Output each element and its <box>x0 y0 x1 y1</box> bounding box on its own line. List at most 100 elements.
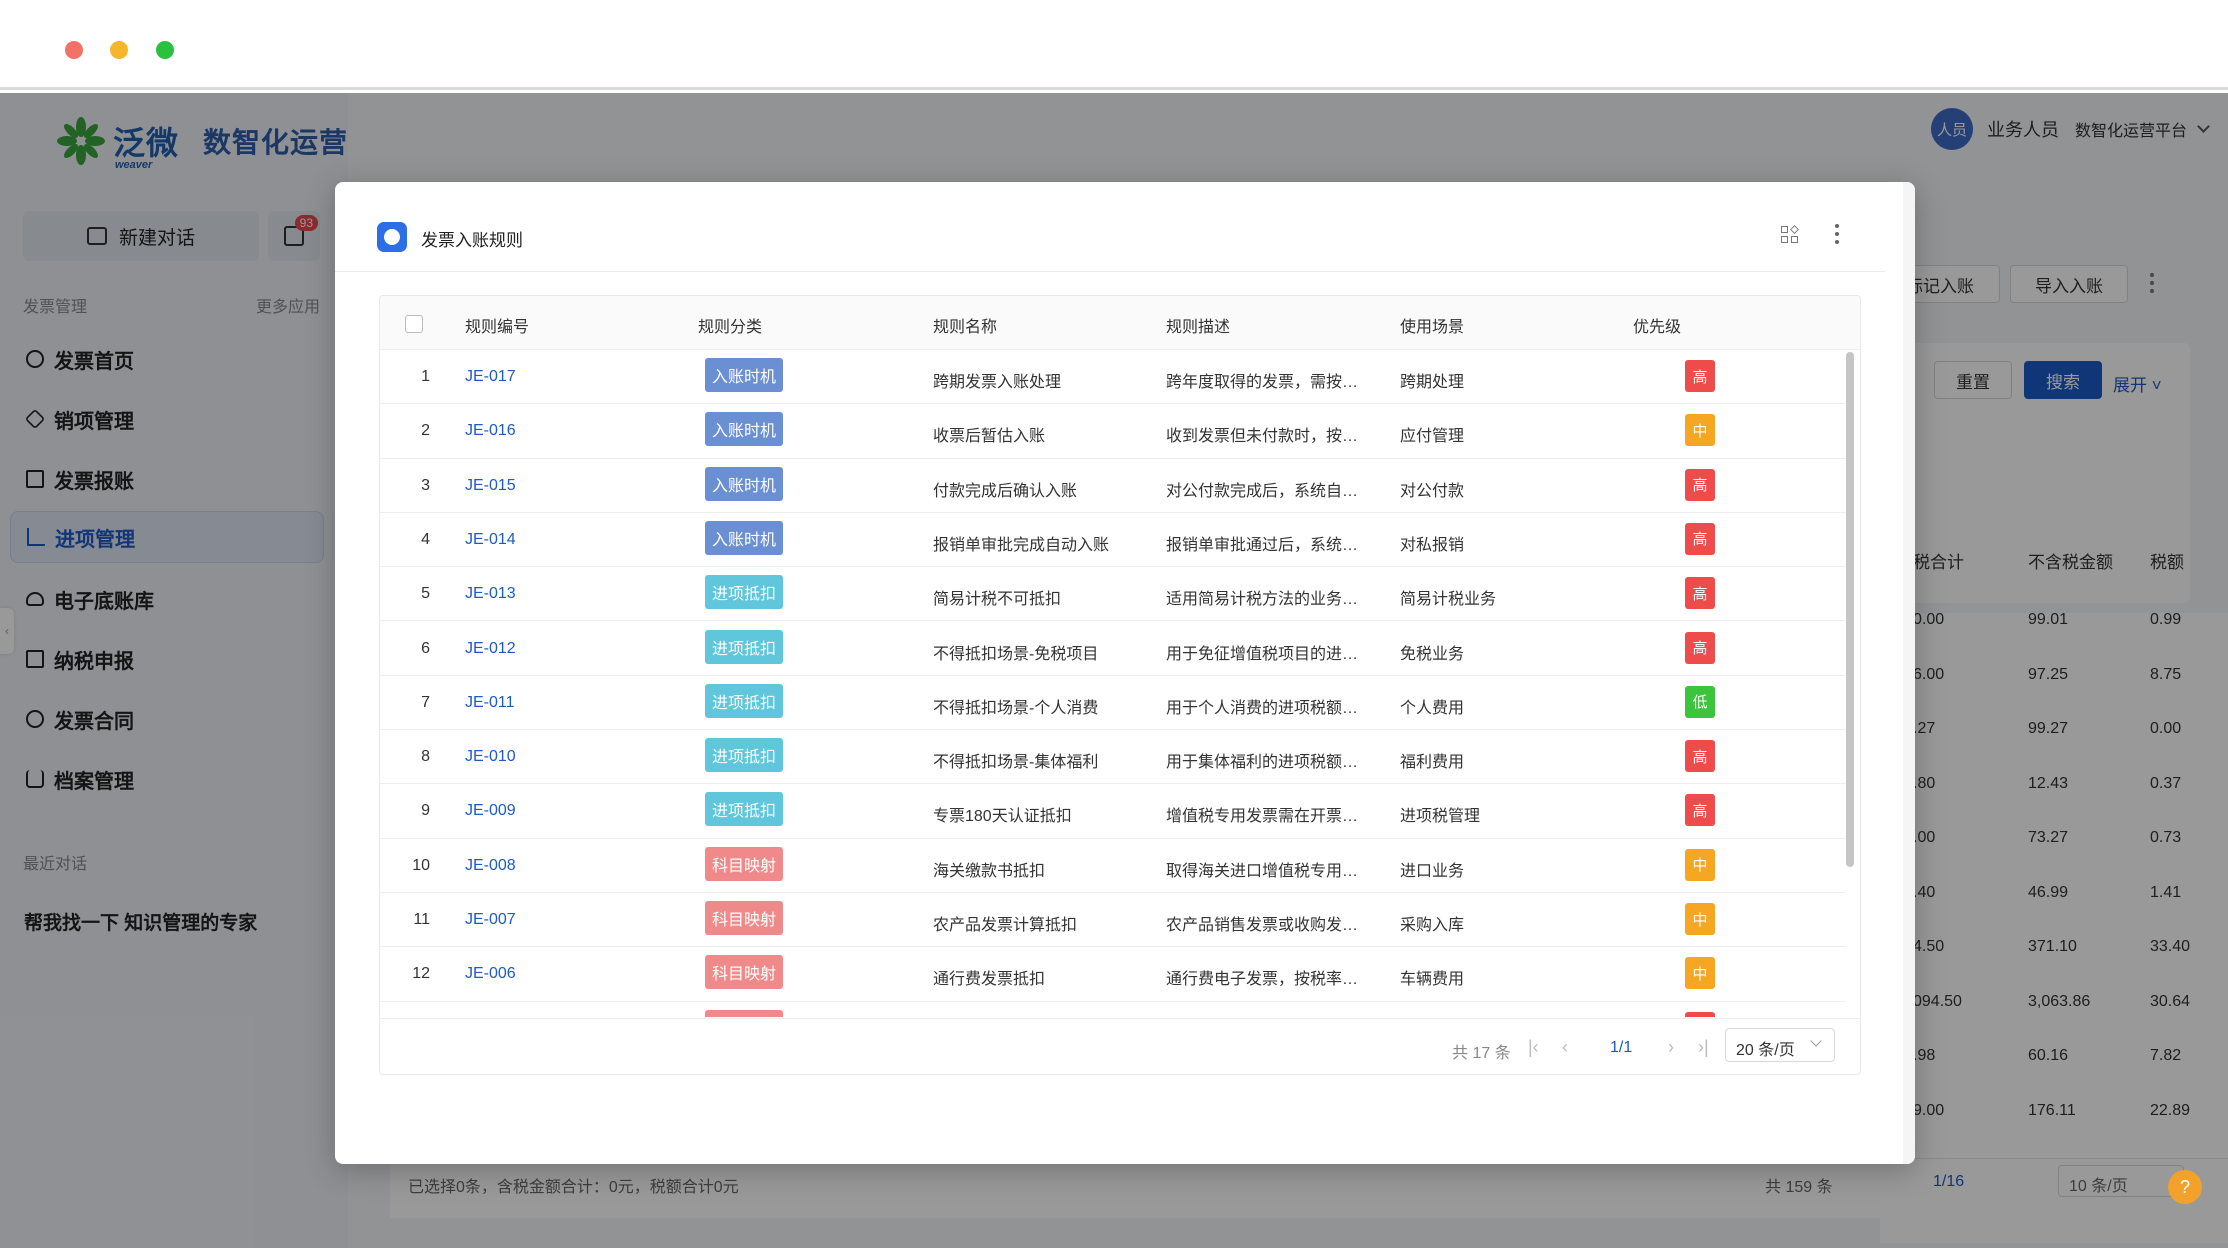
row-index: 6 <box>421 639 430 657</box>
rule-desc: 报销单审批通过后，系统… <box>1166 536 1359 554</box>
rule-code-link[interactable]: JE-015 <box>465 477 516 495</box>
row-index: 5 <box>421 585 430 603</box>
priority-badge: 中 <box>1685 848 1715 881</box>
rule-scene: 采购入库 <box>1400 917 1465 934</box>
priority-badge: 高 <box>1685 468 1715 501</box>
rule-scene: 进口业务 <box>1400 862 1465 880</box>
table-row[interactable]: 7 JE-011 进项抵扣 不得抵扣场景-个人消费 用于个人消费的进项税额… 个人费用 低 <box>380 676 1846 731</box>
table-row[interactable]: 5 JE-013 进项抵扣 简易计税不可抵扣 适用简易计税方法的业务… 简易计税业务 高 <box>380 567 1846 622</box>
rule-code-link[interactable]: JE-009 <box>465 802 516 820</box>
close-window-button[interactable] <box>65 41 83 59</box>
rule-code-link[interactable]: JE-006 <box>465 965 516 983</box>
rule-name: 农产品发票计算抵扣 <box>933 917 1078 934</box>
row-index: 9 <box>421 802 430 820</box>
row-index: 3 <box>421 476 430 494</box>
select-all-checkbox[interactable] <box>405 315 423 333</box>
table-row[interactable]: 10 JE-008 科目映射 海关缴款书抵扣 取得海关进口增值税专用… 进口业务 中 <box>380 839 1846 893</box>
first-page-icon[interactable]: |‹ <box>1528 1037 1539 1058</box>
category-tag: 科目映射 <box>705 1009 784 1017</box>
priority-badge: 高 <box>1685 740 1715 773</box>
rule-name: 不得抵扣场景-免税项目 <box>933 645 1099 663</box>
row-index: 12 <box>412 965 430 983</box>
maximize-window-button[interactable] <box>156 41 174 59</box>
table-body: 1 JE-017 入账时机 跨期发票入账处理 跨年度取得的发票，需按… 跨期处理高 2 JE-… <box>380 350 1846 1017</box>
rule-name: 付款完成后确认入账 <box>933 482 1078 500</box>
col-code[interactable]: 规则编号 <box>465 313 529 337</box>
priority-badge: 低 <box>1685 685 1715 718</box>
category-tag: 科目映射 <box>705 955 784 990</box>
last-page-icon[interactable]: ›| <box>1698 1037 1709 1058</box>
category-tag: 进项抵扣 <box>705 792 784 827</box>
modal-header: 发票入账规则 <box>335 182 1885 272</box>
table-row[interactable]: 3 JE-015 入账时机 付款完成后确认入账 对公付款完成后，系统自… 对公付款 高 <box>380 459 1846 513</box>
window-titlebar <box>0 0 2228 90</box>
col-name[interactable]: 规则名称 <box>933 313 997 337</box>
table-row[interactable]: 1 JE-017 入账时机 跨期发票入账处理 跨年度取得的发票，需按… 跨期处理 高 <box>380 350 1846 405</box>
page-size-select[interactable]: 20 条/页 <box>1725 1028 1835 1062</box>
row-index: 2 <box>421 422 430 440</box>
col-category[interactable]: 规则分类 <box>698 313 762 337</box>
category-tag: 进项抵扣 <box>705 738 784 773</box>
table-row[interactable]: 11 JE-007 科目映射 农产品发票计算抵扣 农产品销售发票或收购发… 采购入库 中 <box>380 893 1846 948</box>
rule-desc: 用于免征增值税项目的进… <box>1166 645 1359 663</box>
rule-scene: 车辆费用 <box>1400 971 1465 989</box>
rule-code-link[interactable]: JE-012 <box>465 640 516 658</box>
help-icon[interactable]: ? <box>2168 1170 2202 1204</box>
col-priority[interactable]: 优先级 <box>1633 313 1681 337</box>
priority-badge: 中 <box>1685 957 1715 990</box>
rules-table: 规则编号 规则分类 规则名称 规则描述 使用场景 优先级 1 JE-017 入账时机… <box>379 295 1861 1075</box>
table-row[interactable]: 2 JE-016 入账时机 收票后暂估入账 收到发票但未付款时，按… 应付管理 中 <box>380 404 1846 459</box>
category-tag: 入账时机 <box>705 520 784 555</box>
category-tag: 进项抵扣 <box>705 629 784 664</box>
rule-scene: 应付管理 <box>1400 428 1465 446</box>
priority-badge: 中 <box>1685 414 1715 447</box>
priority-badge: 高 <box>1685 522 1715 555</box>
minimize-window-button[interactable] <box>110 41 128 59</box>
row-index: 10 <box>412 856 430 874</box>
priority-badge: 高 <box>1685 360 1715 392</box>
category-tag: 进项抵扣 <box>705 683 784 718</box>
modal-scrollbar[interactable] <box>1903 182 1915 1164</box>
rule-code-link[interactable]: JE-017 <box>465 368 516 386</box>
category-tag: 入账时机 <box>705 412 784 447</box>
col-scene[interactable]: 使用场景 <box>1400 313 1464 337</box>
rule-desc: 对公付款完成后，系统自… <box>1166 482 1359 500</box>
rule-code-link[interactable]: JE-008 <box>465 857 516 875</box>
row-index: 1 <box>421 368 430 385</box>
total-count: 共 17 条 <box>1452 1045 1511 1062</box>
priority-badge: 高 <box>1685 631 1715 664</box>
next-page-icon[interactable]: › <box>1668 1037 1674 1058</box>
rule-name: 海关缴款书抵扣 <box>933 862 1046 880</box>
rule-scene: 跨期处理 <box>1400 374 1465 391</box>
rule-desc: 通行费电子发票，按税率… <box>1166 971 1359 989</box>
row-index: 11 <box>413 911 430 928</box>
rule-desc: 用于集体福利的进项税额… <box>1166 754 1359 772</box>
rule-code-link[interactable]: JE-013 <box>465 585 516 603</box>
rule-code-link[interactable]: JE-007 <box>465 911 516 929</box>
table-row[interactable]: 13JE-005科目映射铁路客票进项抵扣铁路电子客票，按9%税…差旅报销高 <box>380 1002 1846 1017</box>
rule-code-link[interactable]: JE-016 <box>465 422 516 440</box>
rule-code-link[interactable]: JE-014 <box>465 531 516 549</box>
page-indicator: 1/1 <box>1610 1039 1633 1056</box>
more-vertical-icon[interactable] <box>1835 224 1839 244</box>
table-row[interactable]: 9 JE-009 进项抵扣 专票180天认证抵扣 增值税专用发票需在开票… 进项税管理 高 <box>380 784 1846 839</box>
table-scrollbar[interactable] <box>1846 352 1854 867</box>
table-row[interactable]: 4 JE-014 入账时机 报销单审批完成自动入账 报销单审批通过后，系统… 对私报销 高 <box>380 513 1846 568</box>
rule-scene: 个人费用 <box>1400 699 1465 717</box>
col-desc[interactable]: 规则描述 <box>1166 313 1230 337</box>
category-tag: 入账时机 <box>705 466 784 501</box>
category-tag: 科目映射 <box>705 846 784 881</box>
rule-name: 不得抵扣场景-个人消费 <box>933 699 1099 717</box>
chevron-down-icon <box>1810 1035 1822 1047</box>
table-row[interactable]: 12 JE-006 科目映射 通行费发票抵扣 通行费电子发票，按税率… 车辆费用 中 <box>380 947 1846 1002</box>
table-row[interactable]: 8 JE-010 进项抵扣 不得抵扣场景-集体福利 用于集体福利的进项税额… 福利费用 高 <box>380 730 1846 785</box>
rule-desc: 农产品销售发票或收购发… <box>1166 917 1359 934</box>
table-row[interactable]: 6 JE-012 进项抵扣 不得抵扣场景-免税项目 用于免征增值税项目的进… 免税业务 高 <box>380 622 1846 676</box>
layout-icon[interactable] <box>1781 225 1799 244</box>
rule-name: 简易计税不可抵扣 <box>933 591 1062 609</box>
prev-page-icon[interactable]: ‹ <box>1562 1037 1568 1058</box>
rule-code-link[interactable]: JE-011 <box>465 694 515 712</box>
priority-badge: 中 <box>1685 903 1715 935</box>
rule-code-link[interactable]: JE-010 <box>465 748 516 766</box>
rule-desc: 收到发票但未付款时，按… <box>1166 428 1359 446</box>
